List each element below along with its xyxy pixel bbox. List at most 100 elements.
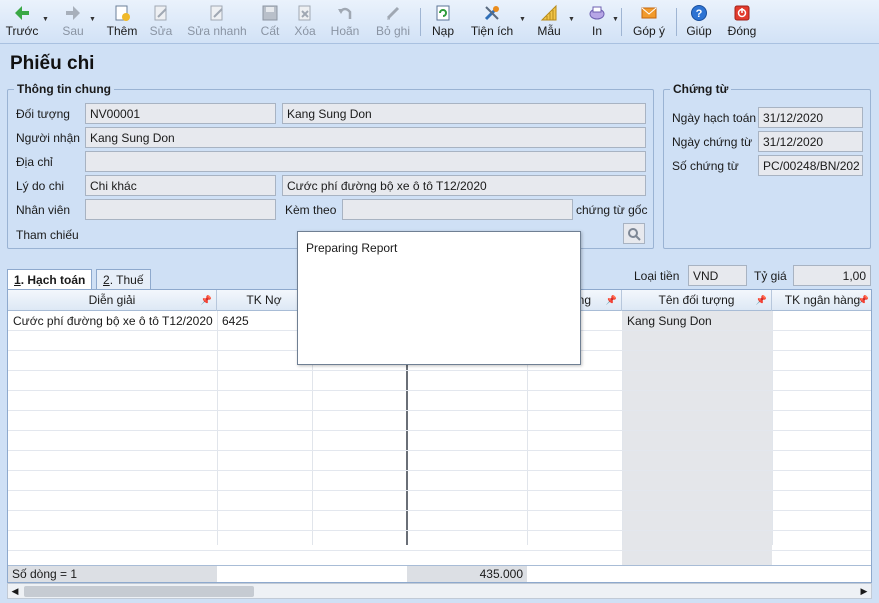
- save-button[interactable]: Cất: [256, 2, 284, 42]
- column-header-description[interactable]: Diễn giải 📌: [8, 290, 217, 311]
- next-button[interactable]: Sau ▼: [58, 2, 96, 42]
- delete-button[interactable]: Xóa: [292, 2, 318, 42]
- scroll-left-icon[interactable]: ◀: [8, 584, 22, 599]
- table-row[interactable]: [8, 511, 871, 531]
- voucher-number-label: Số chứng từ: [672, 159, 739, 173]
- feedback-mail-icon: [641, 7, 657, 19]
- reason-code-field[interactable]: Chi khác: [85, 175, 276, 196]
- pin-icon[interactable]: 📌: [201, 290, 212, 310]
- chevron-down-icon[interactable]: ▼: [612, 16, 619, 23]
- add-button[interactable]: Thêm: [104, 2, 140, 42]
- voucher-date-field[interactable]: 31/12/2020: [758, 131, 863, 152]
- object-label: Đối tượng: [16, 107, 70, 121]
- undo-icon: [338, 7, 352, 19]
- quick-edit-button[interactable]: Sửa nhanh: [186, 2, 248, 42]
- object-code-field[interactable]: NV00001: [85, 103, 276, 124]
- attached-count-field[interactable]: [342, 199, 573, 220]
- preparing-report-dialog: Preparing Report: [297, 231, 581, 365]
- column-header-debit-account-label: TK Nợ: [246, 293, 282, 307]
- chevron-down-icon[interactable]: ▼: [42, 16, 49, 23]
- table-row[interactable]: [8, 431, 871, 451]
- cell-description[interactable]: Cước phí đường bộ xe ô tô T12/2020: [8, 311, 217, 331]
- print-icon: [589, 6, 605, 20]
- exchange-rate-field[interactable]: 1,00: [793, 265, 871, 286]
- quick-edit-label: Sửa nhanh: [187, 24, 247, 38]
- delete-icon: [298, 5, 311, 21]
- voucher-number-field[interactable]: PC/00248/BN/202: [758, 155, 863, 176]
- column-header-object-name-label: Tên đối tượng: [658, 293, 735, 307]
- currency-field[interactable]: VND: [688, 265, 747, 286]
- tab-accounting-key: 1: [14, 273, 21, 287]
- edit-button[interactable]: Sửa: [148, 2, 174, 42]
- unpost-icon: [386, 6, 400, 20]
- general-info-title: Thông tin chung: [14, 82, 114, 96]
- voucher-date-label: Ngày chứng từ: [672, 135, 753, 149]
- pin-icon[interactable]: 📌: [756, 290, 767, 310]
- save-icon: [262, 5, 278, 21]
- tab-accounting[interactable]: 1. Hạch toán: [7, 269, 93, 290]
- reference-search-button[interactable]: [623, 223, 645, 244]
- help-button[interactable]: ? Giúp: [684, 2, 714, 42]
- tab-tax[interactable]: 2. Thuế: [96, 269, 151, 289]
- refresh-button[interactable]: Nạp: [428, 2, 458, 42]
- tab-accounting-label: . Hạch toán: [20, 273, 86, 287]
- grid-footer: Số dòng = 1 435.000: [8, 565, 871, 582]
- chevron-down-icon[interactable]: ▼: [519, 16, 526, 23]
- add-label: Thêm: [106, 24, 138, 38]
- utilities-button[interactable]: Tiện ích ▼: [468, 2, 526, 42]
- column-header-bank-account[interactable]: TK ngân hàng 📌: [772, 290, 871, 311]
- table-row[interactable]: [8, 491, 871, 511]
- table-row[interactable]: [8, 371, 871, 391]
- pin-icon[interactable]: 📌: [606, 290, 617, 310]
- table-row[interactable]: [8, 411, 871, 431]
- address-field[interactable]: [85, 151, 646, 172]
- add-document-icon: [115, 5, 130, 21]
- print-label: In: [591, 24, 602, 38]
- print-button[interactable]: In ▼: [584, 2, 619, 42]
- delete-label: Xóa: [294, 24, 316, 38]
- feedback-button[interactable]: Góp ý: [630, 2, 668, 42]
- column-header-object-name[interactable]: Tên đối tượng 📌: [622, 290, 772, 311]
- posting-date-field[interactable]: 31/12/2020: [758, 107, 863, 128]
- address-label: Địa chỉ: [16, 155, 53, 169]
- pin-icon[interactable]: 📌: [858, 290, 869, 310]
- scroll-right-icon[interactable]: ▶: [857, 584, 871, 599]
- preparing-report-text: Preparing Report: [306, 241, 398, 255]
- toolbar-separator: [420, 8, 421, 36]
- table-row[interactable]: [8, 451, 871, 471]
- close-button[interactable]: Đóng: [726, 2, 758, 42]
- toolbar-separator: [676, 8, 677, 36]
- receiver-field[interactable]: Kang Sung Don: [85, 127, 646, 148]
- exchange-rate-label: Tỷ giá: [754, 269, 787, 283]
- unpost-button[interactable]: Bỏ ghi: [372, 2, 414, 42]
- scrollbar-thumb[interactable]: [24, 586, 254, 597]
- reason-label: Lý do chi: [16, 179, 65, 193]
- arrow-right-icon: [66, 6, 80, 20]
- reference-label: Tham chiếu: [16, 228, 79, 242]
- object-name-field[interactable]: Kang Sung Don: [282, 103, 646, 124]
- refresh-label: Nạp: [431, 24, 454, 38]
- template-button[interactable]: Mẫu ▼: [534, 2, 575, 42]
- table-row[interactable]: [8, 391, 871, 411]
- help-icon: ?: [691, 5, 707, 21]
- column-header-bank-account-label: TK ngân hàng: [784, 293, 861, 307]
- tools-icon: [484, 6, 499, 21]
- next-label: Sau: [62, 24, 84, 38]
- quick-edit-icon: [210, 5, 223, 21]
- reason-text-field[interactable]: Cước phí đường bộ xe ô tô T12/2020: [282, 175, 646, 196]
- back-button[interactable]: Trước ▼: [4, 2, 49, 42]
- close-label: Đóng: [727, 24, 757, 38]
- chevron-down-icon[interactable]: ▼: [89, 16, 96, 23]
- posting-date-label: Ngày hạch toán: [672, 111, 757, 125]
- row-count: Số dòng = 1: [8, 566, 217, 582]
- undo-button[interactable]: Hoãn: [328, 2, 362, 42]
- cell-object-name[interactable]: Kang Sung Don: [622, 311, 772, 331]
- employee-field[interactable]: [85, 199, 276, 220]
- edit-icon: [154, 5, 167, 21]
- chevron-down-icon[interactable]: ▼: [568, 16, 575, 23]
- currency-label: Loại tiền: [634, 269, 680, 283]
- original-docs-label: chứng từ gốc: [576, 203, 648, 217]
- table-row[interactable]: [8, 471, 871, 491]
- table-row[interactable]: [8, 531, 871, 551]
- horizontal-scrollbar[interactable]: ◀ ▶: [7, 583, 872, 599]
